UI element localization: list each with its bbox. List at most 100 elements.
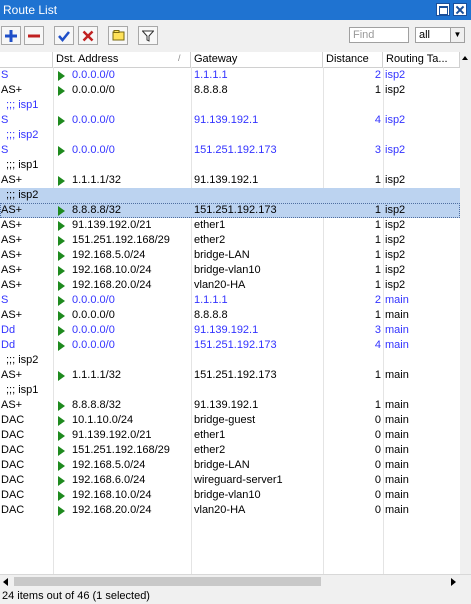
remove-button[interactable] — [24, 26, 44, 45]
row-dst-address: 8.8.8.8/32 — [72, 204, 121, 216]
filter-select[interactable]: all ▼ — [415, 27, 465, 43]
row-distance: 0 — [374, 489, 381, 501]
row-routing-table: main — [385, 459, 409, 471]
scroll-right-arrow-icon[interactable] — [451, 578, 456, 586]
table-row[interactable]: AS+ 1.1.1.1/32 91.139.192.1 1 isp2 — [0, 173, 460, 188]
row-routing-table: main — [385, 474, 409, 486]
table-row[interactable]: AS+ 192.168.20.0/24 vlan20-HA 1 isp2 — [0, 278, 460, 293]
table-row[interactable]: AS+ 0.0.0.0/0 8.8.8.8 1 main — [0, 308, 460, 323]
table-row[interactable]: S 0.0.0.0/0 91.139.192.1 4 isp2 — [0, 113, 460, 128]
table-row[interactable]: Dd 0.0.0.0/0 151.251.192.173 4 main — [0, 338, 460, 353]
table-row[interactable]: DAC 192.168.10.0/24 bridge-vlan10 0 main — [0, 488, 460, 503]
note-icon — [112, 30, 124, 41]
column-header-distance[interactable]: Distance — [323, 52, 383, 67]
row-dst-address: 10.1.10.0/24 — [72, 414, 134, 426]
table-row[interactable]: AS+ 0.0.0.0/0 8.8.8.8 1 isp2 — [0, 83, 460, 98]
horizontal-scroll-thumb[interactable] — [14, 577, 321, 586]
row-comment: ;;; isp2 — [6, 129, 39, 141]
table-row[interactable]: DAC 10.1.10.0/24 bridge-guest 0 main — [0, 413, 460, 428]
row-gateway: ether1 — [194, 219, 226, 231]
scroll-left-arrow-icon[interactable] — [3, 578, 8, 586]
row-dst-address: 0.0.0.0/0 — [72, 114, 115, 126]
play-icon — [58, 251, 65, 261]
comment-row[interactable]: ;;; isp2 — [0, 353, 460, 368]
column-header-routing-table[interactable]: Routing Ta... — [383, 52, 460, 67]
row-dst-address: 8.8.8.8/32 — [72, 399, 121, 411]
row-routing-table: isp2 — [385, 84, 406, 96]
comment-row[interactable]: ;;; isp2 — [0, 128, 460, 143]
row-gateway: vlan20-HA — [194, 279, 246, 291]
row-routing-table: main — [385, 504, 409, 516]
table-row[interactable]: DAC 192.168.5.0/24 bridge-LAN 0 main — [0, 458, 460, 473]
table-row[interactable]: AS+ 91.139.192.0/21 ether1 1 isp2 — [0, 218, 460, 233]
row-gateway: ether1 — [194, 429, 226, 441]
enable-button[interactable] — [54, 26, 74, 45]
play-icon — [58, 476, 65, 486]
column-header-dst-address[interactable]: Dst. Address — [53, 52, 191, 67]
row-distance: 0 — [374, 444, 381, 456]
row-dst-address: 0.0.0.0/0 — [72, 339, 115, 351]
table-row[interactable]: S 0.0.0.0/0 1.1.1.1 2 isp2 — [0, 68, 460, 83]
table-row[interactable]: AS+ 1.1.1.1/32 151.251.192.173 1 main — [0, 368, 460, 383]
table-row[interactable]: S 0.0.0.0/0 151.251.192.173 3 isp2 — [0, 143, 460, 158]
play-icon — [58, 416, 65, 426]
row-routing-table: main — [385, 399, 409, 411]
vertical-scrollbar[interactable] — [460, 52, 471, 574]
row-routing-table: isp2 — [385, 249, 406, 261]
play-icon — [58, 401, 65, 411]
comment-row[interactable]: ;;; isp1 — [0, 158, 460, 173]
play-icon — [58, 116, 65, 126]
table-row[interactable]: DAC 192.168.6.0/24 wireguard-server1 0 main — [0, 473, 460, 488]
filter-button[interactable] — [138, 26, 158, 45]
row-routing-table: main — [385, 294, 409, 306]
table-row[interactable]: AS+ 192.168.10.0/24 bridge-vlan10 1 isp2 — [0, 263, 460, 278]
table-row[interactable]: AS+ 151.251.192.168/29 ether2 1 isp2 — [0, 233, 460, 248]
row-flags: AS+ — [1, 249, 23, 261]
row-gateway: bridge-vlan10 — [194, 264, 261, 276]
row-routing-table: isp2 — [385, 144, 406, 156]
add-button[interactable] — [1, 26, 21, 45]
disable-button[interactable] — [78, 26, 98, 45]
find-input[interactable]: Find — [349, 27, 409, 43]
row-flags: DAC — [1, 429, 25, 441]
row-gateway: vlan20-HA — [194, 504, 246, 516]
row-gateway: 91.139.192.1 — [194, 114, 259, 126]
row-flags: AS+ — [1, 369, 23, 381]
table-row[interactable]: DAC 192.168.20.0/24 vlan20-HA 0 main — [0, 503, 460, 518]
play-icon — [58, 341, 65, 351]
scroll-up-arrow-icon[interactable] — [462, 56, 468, 60]
row-distance: 0 — [374, 459, 381, 471]
window-title: Route List — [3, 3, 58, 17]
row-distance: 1 — [374, 264, 381, 276]
table-row[interactable]: S 0.0.0.0/0 1.1.1.1 2 main — [0, 293, 460, 308]
row-flags: AS+ — [1, 279, 23, 291]
table-row[interactable]: Dd 0.0.0.0/0 91.139.192.1 3 main — [0, 323, 460, 338]
table-row[interactable]: DAC 91.139.192.0/21 ether1 0 main — [0, 428, 460, 443]
play-icon — [58, 146, 65, 156]
row-distance: 1 — [374, 219, 381, 231]
restore-window-button[interactable] — [436, 3, 450, 16]
comment-button[interactable] — [108, 26, 128, 45]
row-routing-table: isp2 — [385, 264, 406, 276]
column-header-flags[interactable] — [0, 52, 53, 67]
row-dst-address: 0.0.0.0/0 — [72, 144, 115, 156]
row-routing-table: isp2 — [385, 219, 406, 231]
row-dst-address: 0.0.0.0/0 — [72, 324, 115, 336]
row-flags: Dd — [1, 339, 16, 351]
close-window-button[interactable] — [453, 3, 467, 16]
row-distance: 1 — [374, 204, 381, 216]
comment-row[interactable]: ;;; isp1 — [0, 98, 460, 113]
horizontal-scrollbar[interactable] — [0, 574, 471, 589]
row-routing-table: isp2 — [385, 69, 406, 81]
row-distance: 0 — [374, 474, 381, 486]
column-header-gateway[interactable]: Gateway — [191, 52, 323, 67]
route-table: Dst. Address / Gateway Distance Routing … — [0, 52, 471, 574]
table-row[interactable]: AS+ 8.8.8.8/32 91.139.192.1 1 main — [0, 398, 460, 413]
comment-row[interactable]: ;;; isp2 — [0, 188, 460, 203]
table-row[interactable]: DAC 151.251.192.168/29 ether2 0 main — [0, 443, 460, 458]
row-gateway: ether2 — [194, 444, 226, 456]
comment-row[interactable]: ;;; isp1 — [0, 383, 460, 398]
table-row[interactable]: AS+ 8.8.8.8/32 151.251.192.173 1 isp2 — [0, 203, 460, 218]
table-row[interactable]: AS+ 192.168.5.0/24 bridge-LAN 1 isp2 — [0, 248, 460, 263]
plus-icon — [5, 29, 17, 42]
